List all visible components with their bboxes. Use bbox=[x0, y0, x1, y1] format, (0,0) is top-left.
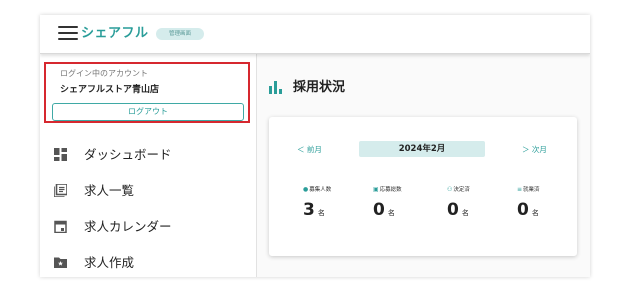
stat-label: 決定済 bbox=[453, 187, 470, 193]
stat-unit: 名 bbox=[461, 209, 469, 217]
recruitment-status-card: ＜ 前月 2024年2月 ＞ 次月 ●募集人数 3名 ▣応募総数 0名 ⚇決定済… bbox=[269, 117, 577, 256]
people-check-icon: ⚇ bbox=[447, 186, 453, 193]
id-card-icon: ▣ bbox=[373, 186, 379, 193]
next-month-button[interactable]: ＞ 次月 bbox=[522, 145, 547, 155]
sidebar-item-label: 求人一覧 bbox=[84, 183, 135, 198]
dashboard-icon bbox=[54, 148, 67, 161]
sidebar-item-job-create[interactable]: 求人作成 bbox=[40, 248, 255, 277]
app-logo: シェアフル bbox=[81, 26, 149, 41]
sidebar-item-job-list[interactable]: 求人一覧 bbox=[40, 176, 255, 206]
stat-value: 3 bbox=[303, 200, 315, 220]
current-month-label: 2024年2月 bbox=[359, 141, 485, 157]
account-name: シェアフルストア青山店 bbox=[60, 85, 160, 95]
work-done-icon: ≡ bbox=[517, 186, 523, 193]
stat-value: 0 bbox=[373, 200, 385, 220]
app-window: シェアフル 管理画面 ログイン中のアカウント シェアフルストア青山店 ログアウト… bbox=[40, 15, 590, 277]
stat-value: 0 bbox=[447, 200, 459, 220]
stat-worked-count: ≡就業済 0名 bbox=[517, 186, 577, 220]
hamburger-menu-icon[interactable] bbox=[58, 25, 78, 41]
app-header: シェアフル 管理画面 bbox=[40, 15, 590, 54]
account-caption: ログイン中のアカウント bbox=[60, 69, 148, 78]
bar-chart-icon bbox=[269, 81, 283, 94]
sidebar: ログイン中のアカウント シェアフルストア青山店 ログアウト ダッシュボード 求人… bbox=[40, 54, 257, 277]
sidebar-item-label: 求人カレンダー bbox=[84, 219, 172, 234]
stat-label: 就業済 bbox=[523, 187, 540, 193]
sidebar-item-label: ダッシュボード bbox=[84, 147, 172, 162]
calendar-icon bbox=[54, 220, 67, 233]
stat-unit: 名 bbox=[531, 209, 539, 217]
sidebar-item-job-calendar[interactable]: 求人カレンダー bbox=[40, 212, 255, 242]
create-folder-icon bbox=[54, 257, 67, 268]
sidebar-item-dashboard[interactable]: ダッシュボード bbox=[40, 140, 255, 170]
logout-button[interactable]: ログアウト bbox=[52, 103, 244, 121]
admin-badge: 管理画面 bbox=[156, 28, 204, 40]
account-panel: ログイン中のアカウント シェアフルストア青山店 ログアウト bbox=[44, 62, 250, 123]
sidebar-item-label: 求人作成 bbox=[84, 255, 135, 270]
stat-unit: 名 bbox=[317, 209, 325, 217]
prev-month-button[interactable]: ＜ 前月 bbox=[297, 145, 322, 155]
stat-decided-count: ⚇決定済 0名 bbox=[447, 186, 507, 220]
stat-unit: 名 bbox=[387, 209, 395, 217]
stat-value: 0 bbox=[517, 200, 529, 220]
page-title: 採用状況 bbox=[293, 80, 346, 95]
stat-recruit-count: ●募集人数 3名 bbox=[303, 186, 363, 220]
person-icon: ● bbox=[303, 186, 309, 193]
list-icon bbox=[54, 184, 67, 197]
stat-application-count: ▣応募総数 0名 bbox=[373, 186, 433, 220]
stat-label: 応募総数 bbox=[379, 187, 402, 193]
main-content: 採用状況 ＜ 前月 2024年2月 ＞ 次月 ●募集人数 3名 ▣応募総数 0名… bbox=[257, 54, 590, 277]
stat-label: 募集人数 bbox=[309, 187, 332, 193]
